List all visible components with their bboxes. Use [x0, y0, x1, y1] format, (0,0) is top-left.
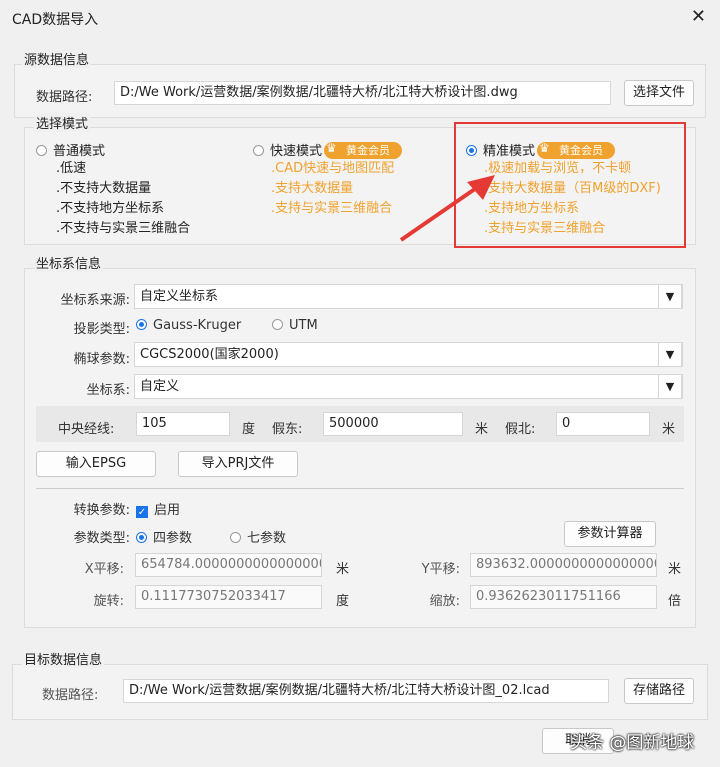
ellipsoid-select[interactable]: CGCS2000(国家2000) ▼ — [134, 342, 683, 367]
radio-gauss-kruger[interactable]: Gauss-Kruger — [136, 318, 241, 333]
feature: .不支持大数据量 — [56, 181, 152, 196]
cm-label: 中央经线: — [58, 422, 115, 437]
crown-icon: ♛ — [326, 141, 337, 155]
rotation-input[interactable]: 0.1117730752033417 — [135, 585, 322, 609]
feature: .支持与实景三维融合 — [484, 221, 606, 236]
target-group-title: 目标数据信息 — [22, 649, 105, 668]
mode-precise-label: 精准模式 — [483, 144, 536, 159]
choose-file-button[interactable]: 选择文件 — [624, 80, 694, 106]
feature: .低速 — [56, 161, 87, 176]
ptype-label: 参数类型: — [73, 531, 130, 546]
input-epsg-button[interactable]: 输入EPSG — [36, 451, 156, 477]
window-title: CAD数据导入 — [12, 12, 99, 28]
radio-seven-param[interactable]: 七参数 — [230, 527, 286, 546]
dx-input[interactable]: 654784.0000000000000000 — [135, 553, 322, 577]
feature: .支持地方坐标系 — [484, 201, 580, 216]
feature: .CAD快速与地图匹配 — [271, 161, 395, 176]
trans-label: 转换参数: — [73, 503, 130, 518]
feature: .支持与实景三维融合 — [271, 201, 393, 216]
mode-fast[interactable]: 快速模式 ♛ 黄金会员 .CAD快速与地图匹配 .支持大数据量 .支持与实景三维融合 — [253, 140, 403, 219]
dy-unit: 米 — [668, 562, 682, 577]
crs-group-title: 坐标系信息 — [34, 253, 104, 272]
feature: .不支持与实景三维融合 — [56, 221, 191, 236]
close-icon[interactable]: ✕ — [691, 6, 706, 27]
scale-input[interactable]: 0.9362623011751166 — [470, 585, 657, 609]
dy-input[interactable]: 893632.0000000000000000 — [470, 553, 657, 577]
watermark: 头条 @图新地球 — [570, 733, 695, 753]
crs-source-label: 坐标系来源: — [60, 293, 130, 308]
gold-member-badge: ♛ 黄金会员 — [537, 141, 616, 159]
param-calculator-button[interactable]: 参数计算器 — [564, 521, 656, 547]
scale-unit: 倍 — [668, 594, 682, 609]
fe-label: 假东: — [272, 422, 303, 437]
source-group-title: 源数据信息 — [22, 49, 92, 68]
cm-unit: 度 — [242, 422, 256, 437]
feature: .支持大数据量 — [271, 181, 354, 196]
target-path-label: 数据路径: — [42, 688, 99, 703]
mode-normal-label: 普通模式 — [53, 144, 106, 159]
red-arrow-icon — [399, 175, 495, 242]
check-icon: ✓ — [136, 506, 148, 518]
radio-four-param[interactable]: 四参数 — [136, 527, 192, 546]
rotation-unit: 度 — [336, 594, 350, 609]
source-path-input[interactable]: D:/We Work/运营数据/案例数据/北疆特大桥/北江特大桥设计图.dwg — [114, 81, 611, 105]
fn-label: 假北: — [505, 422, 536, 437]
fn-input[interactable]: 0 — [556, 412, 650, 436]
import-prj-button[interactable]: 导入PRJ文件 — [178, 451, 298, 477]
save-path-button[interactable]: 存储路径 — [624, 678, 694, 704]
radio-utm[interactable]: UTM — [272, 318, 318, 333]
feature: .不支持地方坐标系 — [56, 201, 165, 216]
dx-unit: 米 — [336, 562, 350, 577]
fn-unit: 米 — [662, 422, 676, 437]
feature: .极速加载与浏览，不卡顿 — [484, 161, 632, 176]
enable-checkbox[interactable]: ✓ 启用 — [136, 499, 180, 518]
feature: .支持大数据量（百M级的DXF) — [484, 181, 661, 196]
dy-label: Y平移: — [421, 562, 460, 577]
rotation-label: 旋转: — [93, 594, 124, 609]
scale-label: 缩放: — [429, 594, 460, 609]
source-path-label: 数据路径: — [36, 90, 93, 105]
ellipsoid-label: 椭球参数: — [73, 352, 130, 367]
gold-member-badge: ♛ 黄金会员 — [324, 141, 403, 159]
crown-icon: ♛ — [539, 141, 550, 155]
radio-fast[interactable] — [253, 145, 264, 156]
fe-input[interactable]: 500000 — [323, 412, 463, 436]
mode-fast-label: 快速模式 — [270, 144, 323, 159]
mode-normal[interactable]: 普通模式 .低速 .不支持大数据量 .不支持地方坐标系 .不支持与实景三维融合 — [36, 140, 190, 239]
cm-input[interactable]: 105 — [136, 412, 230, 436]
crs-label: 坐标系: — [86, 383, 130, 398]
target-path-input[interactable]: D:/We Work/运营数据/案例数据/北疆特大桥/北江特大桥设计图_02.l… — [123, 679, 609, 703]
radio-normal[interactable] — [36, 145, 47, 156]
crs-select[interactable]: 自定义 ▼ — [134, 374, 683, 399]
radio-precise[interactable] — [466, 145, 477, 156]
chevron-down-icon: ▼ — [658, 284, 682, 309]
crs-source-select[interactable]: 自定义坐标系 ▼ — [134, 284, 683, 309]
chevron-down-icon: ▼ — [658, 342, 682, 367]
mode-group-title: 选择模式 — [34, 113, 91, 132]
dx-label: X平移: — [84, 562, 124, 577]
chevron-down-icon: ▼ — [658, 374, 682, 399]
fe-unit: 米 — [475, 422, 489, 437]
divider — [36, 488, 684, 489]
proj-type-label: 投影类型: — [73, 322, 130, 337]
